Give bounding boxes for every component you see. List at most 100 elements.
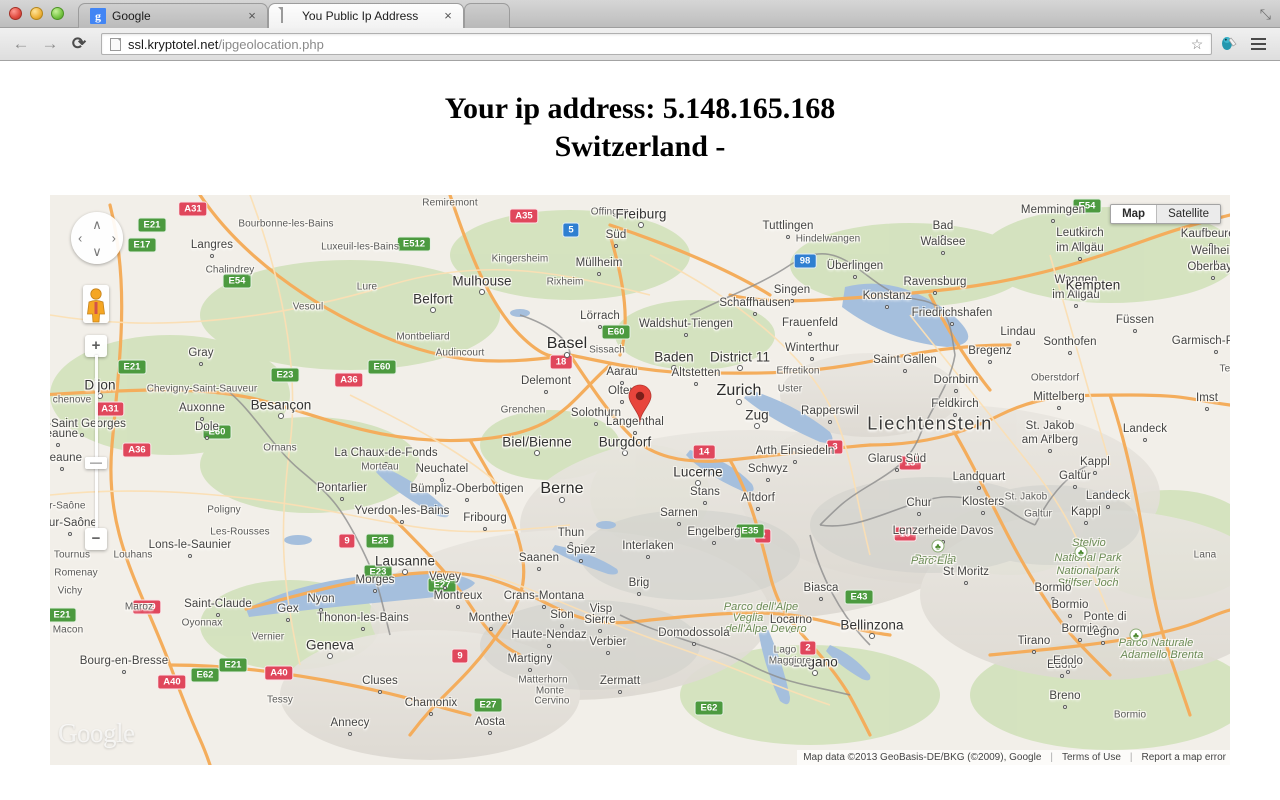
map-type-map-button[interactable]: Map — [1111, 205, 1157, 223]
map-city-dot — [373, 589, 377, 593]
map-city-dot — [528, 668, 532, 672]
map-place-label: Effretikon — [776, 365, 820, 377]
pan-right-icon[interactable]: › — [112, 232, 116, 245]
hamburger-menu-icon[interactable] — [1246, 33, 1270, 55]
location-marker[interactable] — [627, 383, 653, 423]
map-city-dot — [917, 512, 921, 516]
road-shield: A36 — [334, 372, 364, 388]
map-city-dot — [278, 413, 284, 419]
back-button[interactable]: ← — [8, 32, 34, 56]
map-place-label: Matterhorn — [518, 674, 568, 686]
new-tab-button[interactable] — [464, 3, 510, 28]
map-place-label: Saanen — [518, 552, 560, 564]
map-city-dot — [489, 627, 493, 631]
map-place-label: Rixheim — [546, 276, 584, 288]
map-place-label: Sion — [550, 609, 574, 621]
road-shield: E17 — [127, 237, 157, 253]
map-city-dot — [1074, 304, 1078, 308]
map-city-dot — [327, 653, 333, 659]
page-security-icon — [110, 37, 121, 51]
map-place-label: Landquart — [952, 471, 1006, 483]
tab-you-public-ip-address[interactable]: You Public Ip Address × — [268, 3, 464, 28]
road-shield: 9 — [451, 648, 469, 664]
map-city-dot — [56, 443, 60, 447]
road-shield: E21 — [50, 607, 77, 623]
map-place-label: am Arlberg — [1021, 434, 1079, 446]
map-canvas[interactable]: A31 A35 E54 E21 E512 5 E17 98 E54 E60 18 E23 E60 A36 E… — [50, 195, 1230, 765]
window-traffic-lights — [9, 7, 64, 20]
map-city-dot — [737, 365, 743, 371]
google-logo-watermark: Google — [58, 718, 135, 748]
tab-google[interactable]: g Google × — [78, 3, 268, 28]
zoom-control[interactable]: + — − — [85, 335, 107, 550]
minimize-window-button[interactable] — [30, 7, 43, 20]
tab-close-icon[interactable]: × — [441, 9, 455, 23]
reload-button[interactable]: ⟳ — [66, 32, 92, 56]
zoom-in-button[interactable]: + — [85, 335, 107, 357]
map-city-dot — [430, 307, 436, 313]
map-place-label: Hindelwangen — [795, 233, 861, 245]
map-place-label: Ornans — [263, 442, 297, 454]
map-place-label: Singen — [773, 284, 811, 296]
map-city-dot — [638, 222, 644, 228]
map-place-label: St. Jakob — [1025, 420, 1075, 432]
map-type-satellite-button[interactable]: Satellite — [1156, 205, 1220, 223]
map-place-label: Ravensburg — [903, 276, 967, 288]
map-place-label: Lucerne — [673, 464, 723, 480]
close-window-button[interactable] — [9, 7, 22, 20]
map-city-dot — [216, 613, 220, 617]
street-view-pegman-icon[interactable] — [83, 285, 109, 323]
road-shield: E21 — [117, 359, 147, 375]
map-place-label: Biel/Bienne — [502, 434, 572, 450]
road-shield: E25 — [365, 533, 395, 549]
pan-up-icon[interactable]: ∧ — [92, 218, 102, 231]
map-place-label: Stans — [690, 486, 720, 498]
map-place-label: Freiburg — [615, 206, 667, 222]
map-place-label: Gray — [188, 347, 214, 359]
map-place-label: Saint-Claude — [184, 598, 252, 610]
map-place-label: Altstetten — [671, 367, 721, 379]
map-city-dot — [205, 436, 209, 440]
zoom-slider-track[interactable] — [95, 355, 98, 530]
map-place-label: Breno — [1049, 690, 1081, 702]
map-city-dot — [465, 498, 469, 502]
zoom-out-button[interactable]: − — [85, 528, 107, 550]
report-map-error-link[interactable]: Report a map error — [1142, 752, 1226, 763]
map-place-label: Chamonix — [404, 697, 458, 709]
map-type-control[interactable]: Map Satellite — [1110, 204, 1221, 224]
pan-control[interactable]: ∧ ∨ ‹ › — [71, 212, 123, 264]
zoom-slider-handle[interactable]: — — [85, 456, 107, 469]
map-place-label: Bourg-en-Bresse — [79, 655, 169, 667]
url-text: ssl.kryptotel.net/ipgeolocation.php — [128, 37, 324, 52]
pan-left-icon[interactable]: ‹ — [78, 232, 82, 245]
forward-button[interactable]: → — [37, 32, 63, 56]
map-place-label: Montreux — [433, 590, 483, 602]
map-city-dot — [286, 618, 290, 622]
map-city-dot — [361, 627, 365, 631]
map-city-dot — [1093, 471, 1097, 475]
map-place-label: Domodossola — [658, 627, 730, 639]
zoom-window-button[interactable] — [51, 7, 64, 20]
address-bar[interactable]: ssl.kryptotel.net/ipgeolocation.php ☆ — [101, 33, 1212, 55]
map-place-label: Sarnen — [660, 507, 698, 519]
bookmark-star-icon[interactable]: ☆ — [1188, 36, 1206, 53]
tab-close-icon[interactable]: × — [245, 9, 259, 23]
pan-down-icon[interactable]: ∨ — [92, 245, 102, 258]
map-place-label: Morteau — [361, 461, 399, 473]
map-place-label: Schaffhausen — [719, 297, 791, 309]
map-place-label: Edolo — [1053, 655, 1083, 667]
map-city-dot — [692, 642, 696, 646]
map-place-label: Leutkirch — [1056, 227, 1104, 239]
google-map[interactable]: A31 A35 E54 E21 E512 5 E17 98 E54 E60 18 E23 E60 A36 E… — [50, 195, 1230, 765]
map-city-dot — [810, 357, 814, 361]
map-place-label: Tuttlingen — [762, 220, 814, 232]
map-city-dot — [594, 422, 598, 426]
map-place-label: Morges — [355, 574, 395, 586]
url-host: ssl.kryptotel.net — [128, 36, 219, 52]
fullscreen-icon[interactable]: ⤡ — [1260, 6, 1271, 23]
terms-of-use-link[interactable]: Terms of Use — [1062, 752, 1121, 763]
extension-icon[interactable] — [1215, 35, 1241, 54]
map-place-label: Sierre — [584, 614, 616, 626]
map-city-dot — [544, 390, 548, 394]
map-city-dot — [786, 235, 790, 239]
